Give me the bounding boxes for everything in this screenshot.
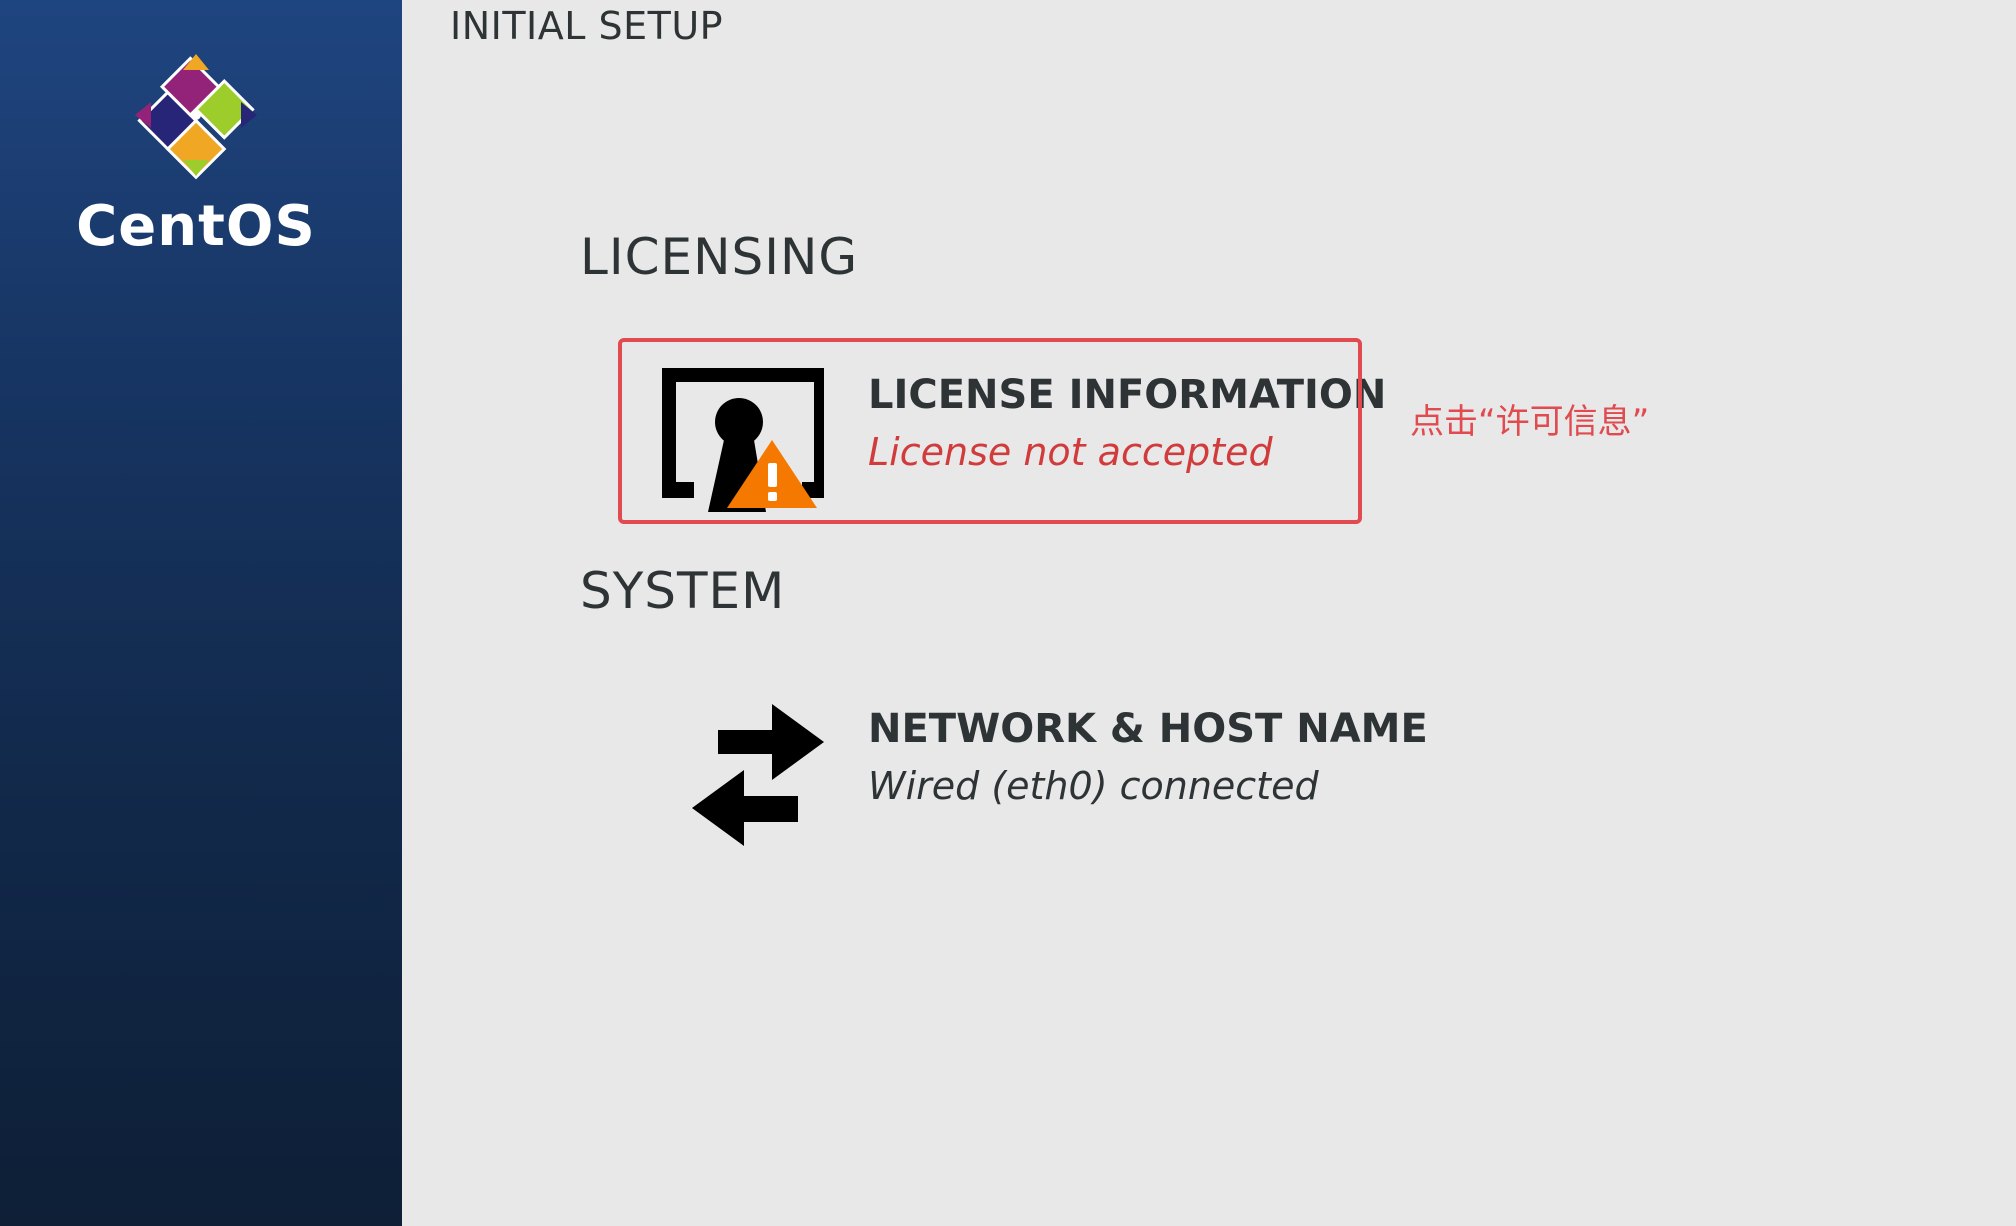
highlight-box [618, 338, 1362, 524]
centos-logo-text: CentOS [76, 194, 316, 259]
spoke-title-network: NETWORK & HOST NAME [868, 706, 1428, 752]
centos-logo: CentOS [0, 50, 392, 259]
sidebar: CentOS [0, 0, 402, 1226]
annotation-text: 点击“许可信息” [1410, 402, 1650, 442]
spoke-network-host-name[interactable]: NETWORK & HOST NAME Wired (eth0) connect… [618, 674, 1428, 858]
spoke-status-network: Wired (eth0) connected [868, 764, 1319, 808]
page-title: INITIAL SETUP [450, 4, 724, 48]
section-heading-system: SYSTEM [580, 562, 786, 620]
centos-logo-icon [135, 54, 257, 180]
section-heading-licensing: LICENSING [580, 228, 859, 286]
network-arrows-icon [692, 704, 824, 846]
main-panel: INITIAL SETUP LICENSING LICENSE INFORMAT… [402, 0, 2016, 1226]
